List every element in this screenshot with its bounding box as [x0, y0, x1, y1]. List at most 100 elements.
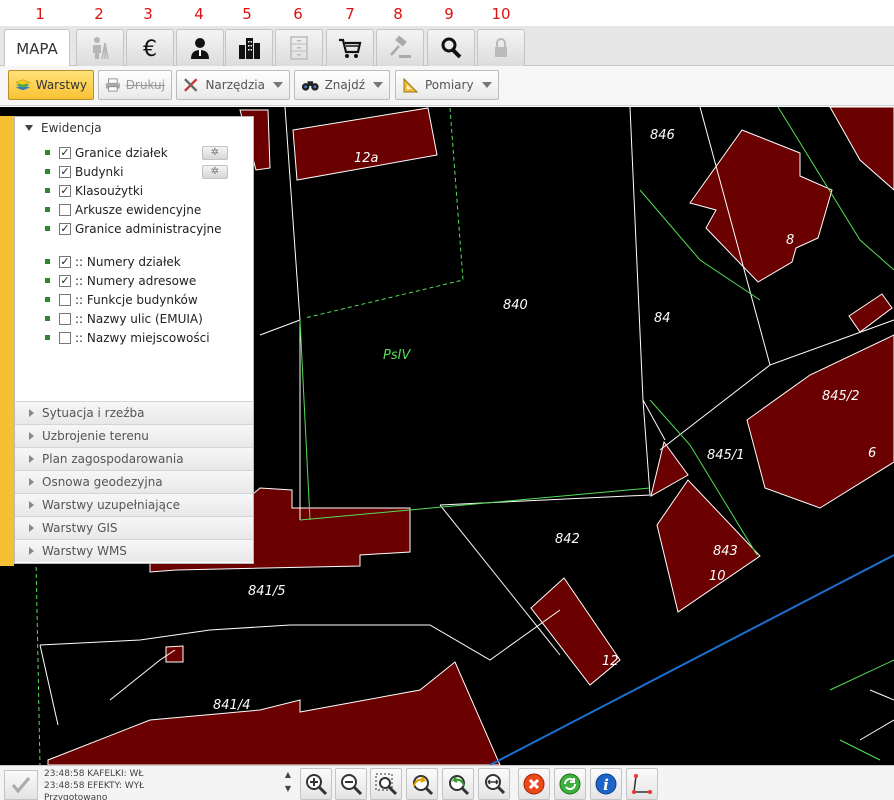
- tab-number: 4: [194, 5, 204, 23]
- zoom-in-button[interactable]: [300, 768, 332, 800]
- triangle-right-icon: [29, 478, 34, 486]
- tab-finance[interactable]: €: [126, 29, 174, 66]
- tools-dropdown-label: Narzędzia: [205, 78, 265, 92]
- layer-checkbox[interactable]: ✓: [59, 165, 71, 178]
- section-ewidencja-header[interactable]: Ewidencja: [15, 117, 253, 139]
- tab-search[interactable]: [427, 29, 475, 66]
- layer-bullet-icon: [45, 226, 50, 231]
- layer-label: Budynki: [75, 164, 124, 179]
- zoom-next-button[interactable]: [442, 768, 474, 800]
- zoom-window-button[interactable]: [370, 768, 402, 800]
- section-gis[interactable]: Warstwy GIS: [15, 516, 253, 539]
- triangle-right-icon: [29, 524, 34, 532]
- section-title: Ewidencja: [41, 121, 102, 135]
- layer-checkbox[interactable]: ✓: [59, 222, 71, 235]
- section-label: Uzbrojenie terenu: [42, 429, 149, 443]
- label-layer-item: :: Funkcje budynków: [15, 290, 253, 309]
- surveyor-icon: [93, 37, 109, 60]
- layer-bullet-icon: [45, 297, 50, 302]
- find-dropdown[interactable]: Znajdź: [294, 70, 390, 100]
- layer-checkbox[interactable]: ✓: [59, 184, 71, 197]
- scroll-up-icon[interactable]: ▲: [282, 768, 294, 782]
- tab-buildings[interactable]: [225, 29, 273, 66]
- layer-checkbox[interactable]: [59, 331, 71, 344]
- section-geodetic-control[interactable]: Osnowa geodezyjna: [15, 470, 253, 493]
- tab-owners[interactable]: [176, 29, 224, 66]
- section-label: Osnowa geodezyjna: [42, 475, 163, 489]
- zoom-next-icon: [449, 775, 470, 796]
- binoculars-icon: [301, 81, 319, 91]
- clear-button[interactable]: [518, 768, 550, 800]
- layer-bullet-icon: [45, 335, 50, 340]
- section-supplementary[interactable]: Warstwy uzupełniające: [15, 493, 253, 516]
- layer-checkbox[interactable]: [59, 203, 71, 216]
- tab-number: 8: [393, 5, 403, 23]
- info-icon: i: [595, 773, 617, 795]
- map-label: 843: [713, 544, 738, 559]
- label-layer-item: :: Nazwy ulic (EMUIA): [15, 309, 253, 328]
- layer-bullet-icon: [45, 207, 50, 212]
- settings-gear-icon[interactable]: ✲: [202, 145, 228, 160]
- tab-archive[interactable]: [275, 29, 323, 66]
- layer-item: ✓ Budynki ✲: [15, 162, 253, 181]
- section-utilities[interactable]: Uzbrojenie terenu: [15, 424, 253, 447]
- tab-legal[interactable]: [376, 29, 424, 66]
- section-situation[interactable]: Sytuacja i rzeźba: [15, 401, 253, 424]
- layer-label: :: Funkcje budynków: [75, 292, 198, 307]
- layers-panel: Ewidencja ✓ Granice działek ✲ ✓ Budynki …: [14, 116, 254, 564]
- triangle-right-icon: [29, 455, 34, 463]
- section-zoning-plan[interactable]: Plan zagospodarowania: [15, 447, 253, 470]
- layer-bullet-icon: [45, 316, 50, 321]
- log-scrollbar[interactable]: ▲ ▼: [282, 768, 294, 800]
- status-bar: 23:48:58 KAFELKI: WŁ 23:48:58 EFEKTY: WY…: [0, 765, 894, 800]
- layer-bullet-icon: [45, 150, 50, 155]
- svg-text:i: i: [603, 776, 609, 794]
- layer-item: Arkusze ewidencyjne: [15, 200, 253, 219]
- scroll-down-icon[interactable]: ▼: [282, 782, 294, 796]
- layer-checkbox[interactable]: ✓: [59, 146, 71, 159]
- info-button[interactable]: i: [590, 768, 622, 800]
- layers-button[interactable]: Warstwy: [8, 70, 94, 100]
- layer-label: :: Nazwy ulic (EMUIA): [75, 311, 203, 326]
- layer-checkbox[interactable]: [59, 293, 71, 306]
- zoom-out-button[interactable]: [335, 768, 367, 800]
- panel-accent-bar: [0, 116, 14, 566]
- layer-bullet-icon: [45, 188, 50, 193]
- layer-label: Klasoużytki: [75, 183, 144, 198]
- section-wms[interactable]: Warstwy WMS: [15, 539, 253, 562]
- tab-number: 5: [242, 5, 252, 23]
- layer-label: Granice działek: [75, 145, 168, 160]
- refresh-button[interactable]: [554, 768, 586, 800]
- layer-bullet-icon: [45, 169, 50, 174]
- tab-mapa[interactable]: MAPA: [4, 29, 70, 67]
- event-log: 23:48:58 KAFELKI: WŁ 23:48:58 EFEKTY: WY…: [44, 768, 280, 800]
- layer-list: ✓ Granice działek ✲ ✓ Budynki ✲ ✓ Klasou…: [15, 139, 253, 347]
- map-label: 12: [602, 654, 619, 669]
- settings-gear-icon[interactable]: ✲: [202, 164, 228, 179]
- status-check-button[interactable]: [4, 770, 38, 800]
- measure-dropdown[interactable]: Pomiary: [395, 70, 499, 100]
- tab-number-row: 1 2 3 4 5 6 7 8 9 10: [0, 0, 894, 26]
- layer-item: ✓ Granice administracyjne: [15, 219, 253, 238]
- cart-icon: [339, 38, 362, 58]
- layer-checkbox[interactable]: ✓: [59, 255, 71, 268]
- measure-angle-button[interactable]: [626, 768, 658, 800]
- layer-checkbox[interactable]: [59, 312, 71, 325]
- map-label: 842: [555, 532, 580, 547]
- label-layer-item: :: Nazwy miejscowości: [15, 328, 253, 347]
- building-12a: [292, 107, 438, 181]
- section-label: Plan zagospodarowania: [42, 452, 184, 466]
- zoom-extent-button[interactable]: [478, 768, 510, 800]
- zoom-previous-button[interactable]: [406, 768, 438, 800]
- tab-lock[interactable]: [477, 29, 525, 66]
- tab-survey[interactable]: [76, 29, 124, 66]
- tab-shop[interactable]: [326, 29, 374, 66]
- tools-dropdown[interactable]: Narzędzia: [176, 70, 290, 100]
- layer-checkbox[interactable]: ✓: [59, 274, 71, 287]
- print-button[interactable]: Drukuj: [98, 70, 172, 100]
- tools-icon: [184, 78, 198, 92]
- collapsed-sections: Sytuacja i rzeźba Uzbrojenie terenu Plan…: [15, 401, 253, 562]
- file-cabinet-icon: [290, 36, 308, 60]
- triangle-right-icon: [29, 432, 34, 440]
- zoom-extent-icon: [485, 774, 506, 795]
